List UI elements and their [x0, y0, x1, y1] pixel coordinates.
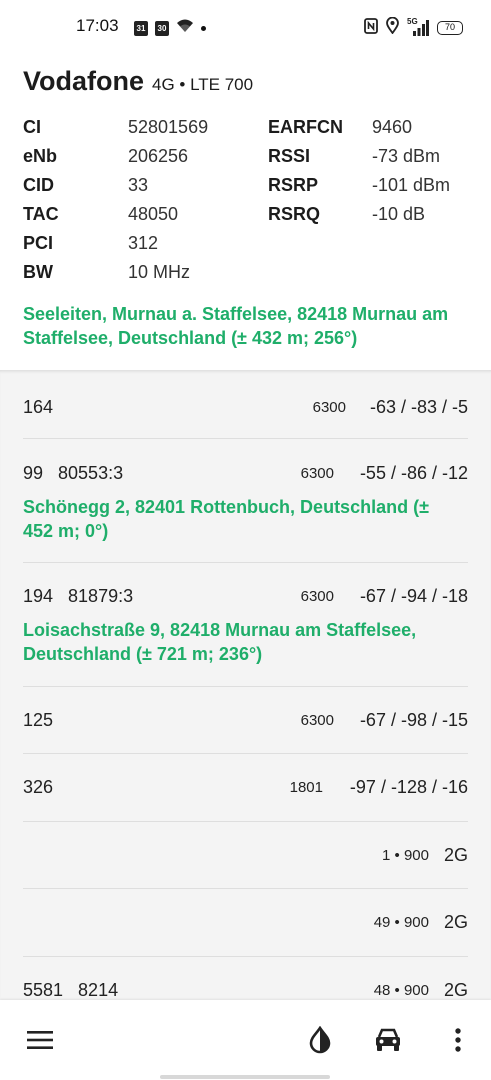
- car-icon[interactable]: [370, 1022, 406, 1058]
- cell-identifier: 125: [23, 710, 54, 730]
- menu-icon[interactable]: [22, 1022, 58, 1058]
- field-label-rssi: RSSI: [268, 146, 311, 166]
- field-value-rsrp: -101 dBm: [372, 175, 451, 195]
- cell-signal: -97 / -128 / -16: [349, 777, 468, 797]
- list-item[interactable]: 49 • 900 2G: [0, 888, 491, 957]
- field-label-tac: TAC: [23, 204, 59, 224]
- list-item[interactable]: 1 • 900 2G: [0, 821, 491, 889]
- field-label-enb: eNb: [23, 146, 58, 166]
- cell-signal: -63 / -83 / -5: [369, 397, 468, 417]
- status-time: 17:03: [76, 16, 119, 35]
- notification-dot-icon: [201, 25, 206, 31]
- serving-cell-location[interactable]: Seeleiten, Murnau a. Staffelsee, 82418 M…: [23, 302, 473, 350]
- list-item[interactable]: 164 6300 -63 / -83 / -5: [0, 370, 491, 439]
- calendar-icon: 31: [134, 20, 148, 36]
- neighbor-cell-list[interactable]: 164 6300 -63 / -83 / -5 99 80553:3 6300 …: [0, 370, 491, 1000]
- cell-earfcn: 6300: [300, 465, 334, 482]
- cell-earfcn: 6300: [312, 399, 346, 416]
- cell-technology: 2G: [443, 912, 468, 932]
- cell-identifier: 164: [23, 397, 54, 417]
- list-item[interactable]: 99 80553:3 6300 -55 / -86 / -12 Schönegg…: [0, 438, 491, 563]
- field-value-enb: 206256: [128, 146, 189, 166]
- field-value-pci: 312: [128, 233, 159, 253]
- calendar-icon: 30: [155, 20, 169, 36]
- status-icons-left: 31 30: [134, 18, 206, 38]
- list-item[interactable]: 125 6300 -67 / -98 / -15: [0, 686, 491, 754]
- cell-technology: 2G: [443, 845, 468, 865]
- cell-earfcn: 1801: [289, 779, 323, 796]
- field-value-rssi: -73 dBm: [372, 146, 441, 166]
- field-value-cid: 33: [128, 175, 149, 195]
- field-value-bw: 10 MHz: [128, 262, 191, 282]
- list-item[interactable]: 5581 8214 48 • 900 2G: [0, 956, 491, 1000]
- field-label-pci: PCI: [23, 233, 54, 253]
- cell-earfcn: 6300: [300, 712, 334, 729]
- location-icon: [386, 16, 399, 39]
- field-label-ci: CI: [23, 117, 41, 137]
- cell-identifier: 5581 8214: [23, 980, 119, 1000]
- list-item[interactable]: 326 1801 -97 / -128 / -16: [0, 753, 491, 822]
- more-vert-icon[interactable]: [440, 1022, 476, 1058]
- cell-identifier: 99 80553:3: [23, 463, 124, 483]
- cell-technology: 2G: [443, 980, 468, 1000]
- status-bar: 17:03 31 30 5G 70: [0, 0, 491, 56]
- cell-location[interactable]: Loisachstraße 9, 82418 Murnau am Staffel…: [23, 618, 463, 666]
- bottom-app-bar: [0, 1000, 491, 1080]
- serving-cell-card[interactable]: Vodafone 4G • LTE 700 CI 52801569 eNb 20…: [0, 56, 491, 370]
- field-value-ci: 52801569: [128, 117, 209, 137]
- status-icons-right: 5G 70: [364, 16, 463, 39]
- network-technology: 4G • LTE 700: [152, 75, 254, 94]
- operator-row: Vodafone 4G • LTE 700: [23, 66, 253, 97]
- cell-earfcn: 49 • 900: [373, 914, 429, 931]
- field-label-earfcn: EARFCN: [268, 117, 343, 137]
- battery-icon: 70: [437, 21, 463, 35]
- cell-identifier: 326: [23, 777, 54, 797]
- field-value-rsrq: -10 dB: [372, 204, 426, 224]
- field-label-cid: CID: [23, 175, 54, 195]
- cell-location[interactable]: Schönegg 2, 82401 Rottenbuch, Deutschlan…: [23, 495, 463, 543]
- list-item[interactable]: 194 81879:3 6300 -67 / -94 / -18 Loisach…: [0, 562, 491, 687]
- cell-identifier: 194 81879:3: [23, 586, 134, 606]
- field-label-rsrp: RSRP: [268, 175, 319, 195]
- signal-5g-icon: 5G: [407, 17, 429, 36]
- operator-name: Vodafone: [23, 66, 144, 96]
- field-label-rsrq: RSRQ: [268, 204, 321, 224]
- field-label-bw: BW: [23, 262, 53, 282]
- field-value-earfcn: 9460: [372, 117, 413, 137]
- home-indicator: [160, 1075, 330, 1079]
- cell-signal: -55 / -86 / -12: [359, 463, 468, 483]
- cell-earfcn: 48 • 900: [373, 982, 429, 999]
- field-value-tac: 48050: [128, 204, 179, 224]
- cell-earfcn: 1 • 900: [382, 847, 429, 864]
- nfc-icon: [364, 17, 378, 39]
- theme-contrast-icon[interactable]: [302, 1022, 338, 1058]
- cell-signal: -67 / -94 / -18: [359, 586, 468, 606]
- cell-earfcn: 6300: [300, 588, 334, 605]
- cell-signal: -67 / -98 / -15: [359, 710, 468, 730]
- wifi-icon: [176, 18, 194, 38]
